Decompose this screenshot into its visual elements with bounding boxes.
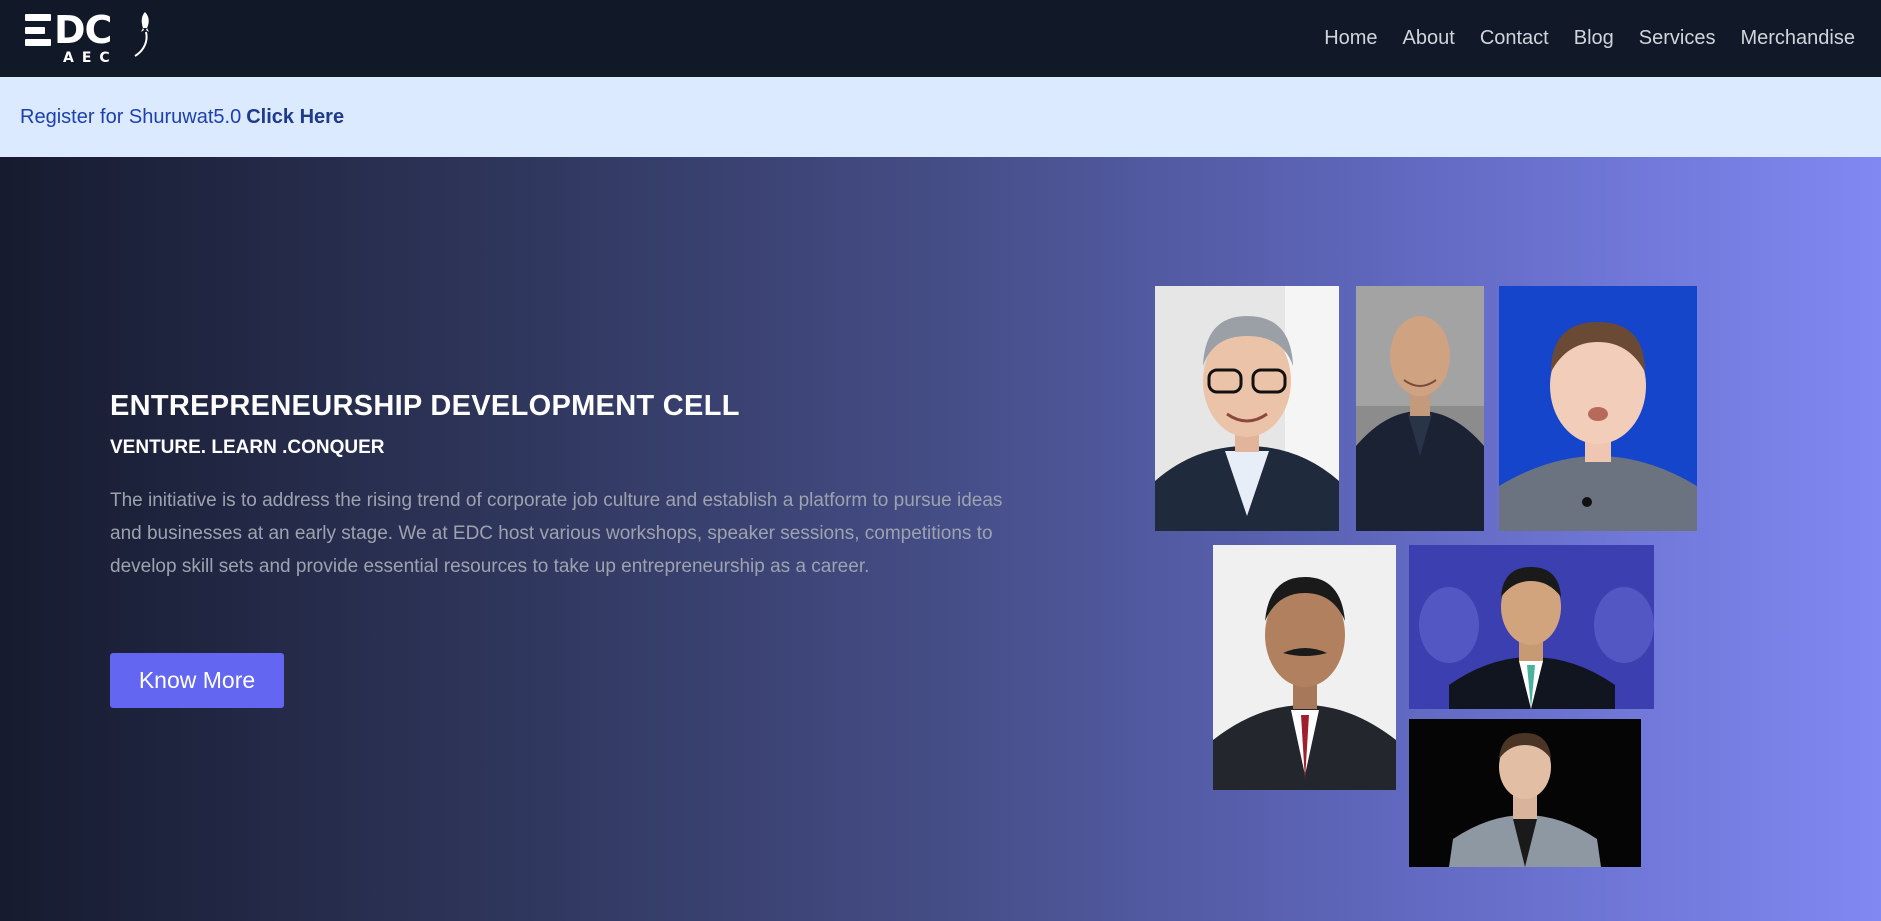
nav-link-blog[interactable]: Blog [1574, 27, 1614, 50]
hero-description: The initiative is to address the rising … [110, 490, 1003, 577]
logo-text: DC [54, 8, 112, 52]
nav-link-about[interactable]: About [1403, 27, 1455, 50]
registration-banner: Register for Shuruwat5.0 Click Here [0, 77, 1881, 157]
navbar: DC AEC Home About Contact Blog Services … [0, 0, 1881, 77]
rocket-icon [134, 12, 149, 57]
know-more-button[interactable]: Know More [110, 653, 284, 708]
entrepreneur-photo-4 [1213, 545, 1396, 790]
entrepreneur-photo-1 [1155, 286, 1339, 531]
nav-link-contact[interactable]: Contact [1480, 27, 1549, 50]
logo-mark: DC [25, 8, 112, 52]
hero-title: ENTREPRENEURSHIP DEVELOPMENT CELL [110, 390, 740, 422]
banner-click-here-link[interactable]: Click Here [246, 106, 344, 129]
entrepreneur-photo-2 [1356, 286, 1484, 531]
entrepreneur-photo-3 [1499, 286, 1697, 531]
hero-section: ENTREPRENEURSHIP DEVELOPMENT CELL VENTUR… [0, 157, 1881, 921]
entrepreneur-photo-6 [1409, 719, 1641, 867]
entrepreneur-photo-5 [1409, 545, 1654, 709]
banner-text: Register for Shuruwat5.0 [20, 105, 242, 128]
nav-links: Home About Contact Blog Services Merchan… [1324, 0, 1855, 77]
hero-tagline: VENTURE. LEARN .CONQUER [110, 437, 385, 458]
nav-link-merchandise[interactable]: Merchandise [1740, 27, 1855, 50]
logo-subtext: AEC [63, 50, 118, 66]
nav-link-home[interactable]: Home [1324, 27, 1377, 50]
logo-e-bars [25, 14, 51, 46]
nav-link-services[interactable]: Services [1639, 27, 1716, 50]
edc-logo[interactable]: DC AEC [25, 8, 155, 68]
